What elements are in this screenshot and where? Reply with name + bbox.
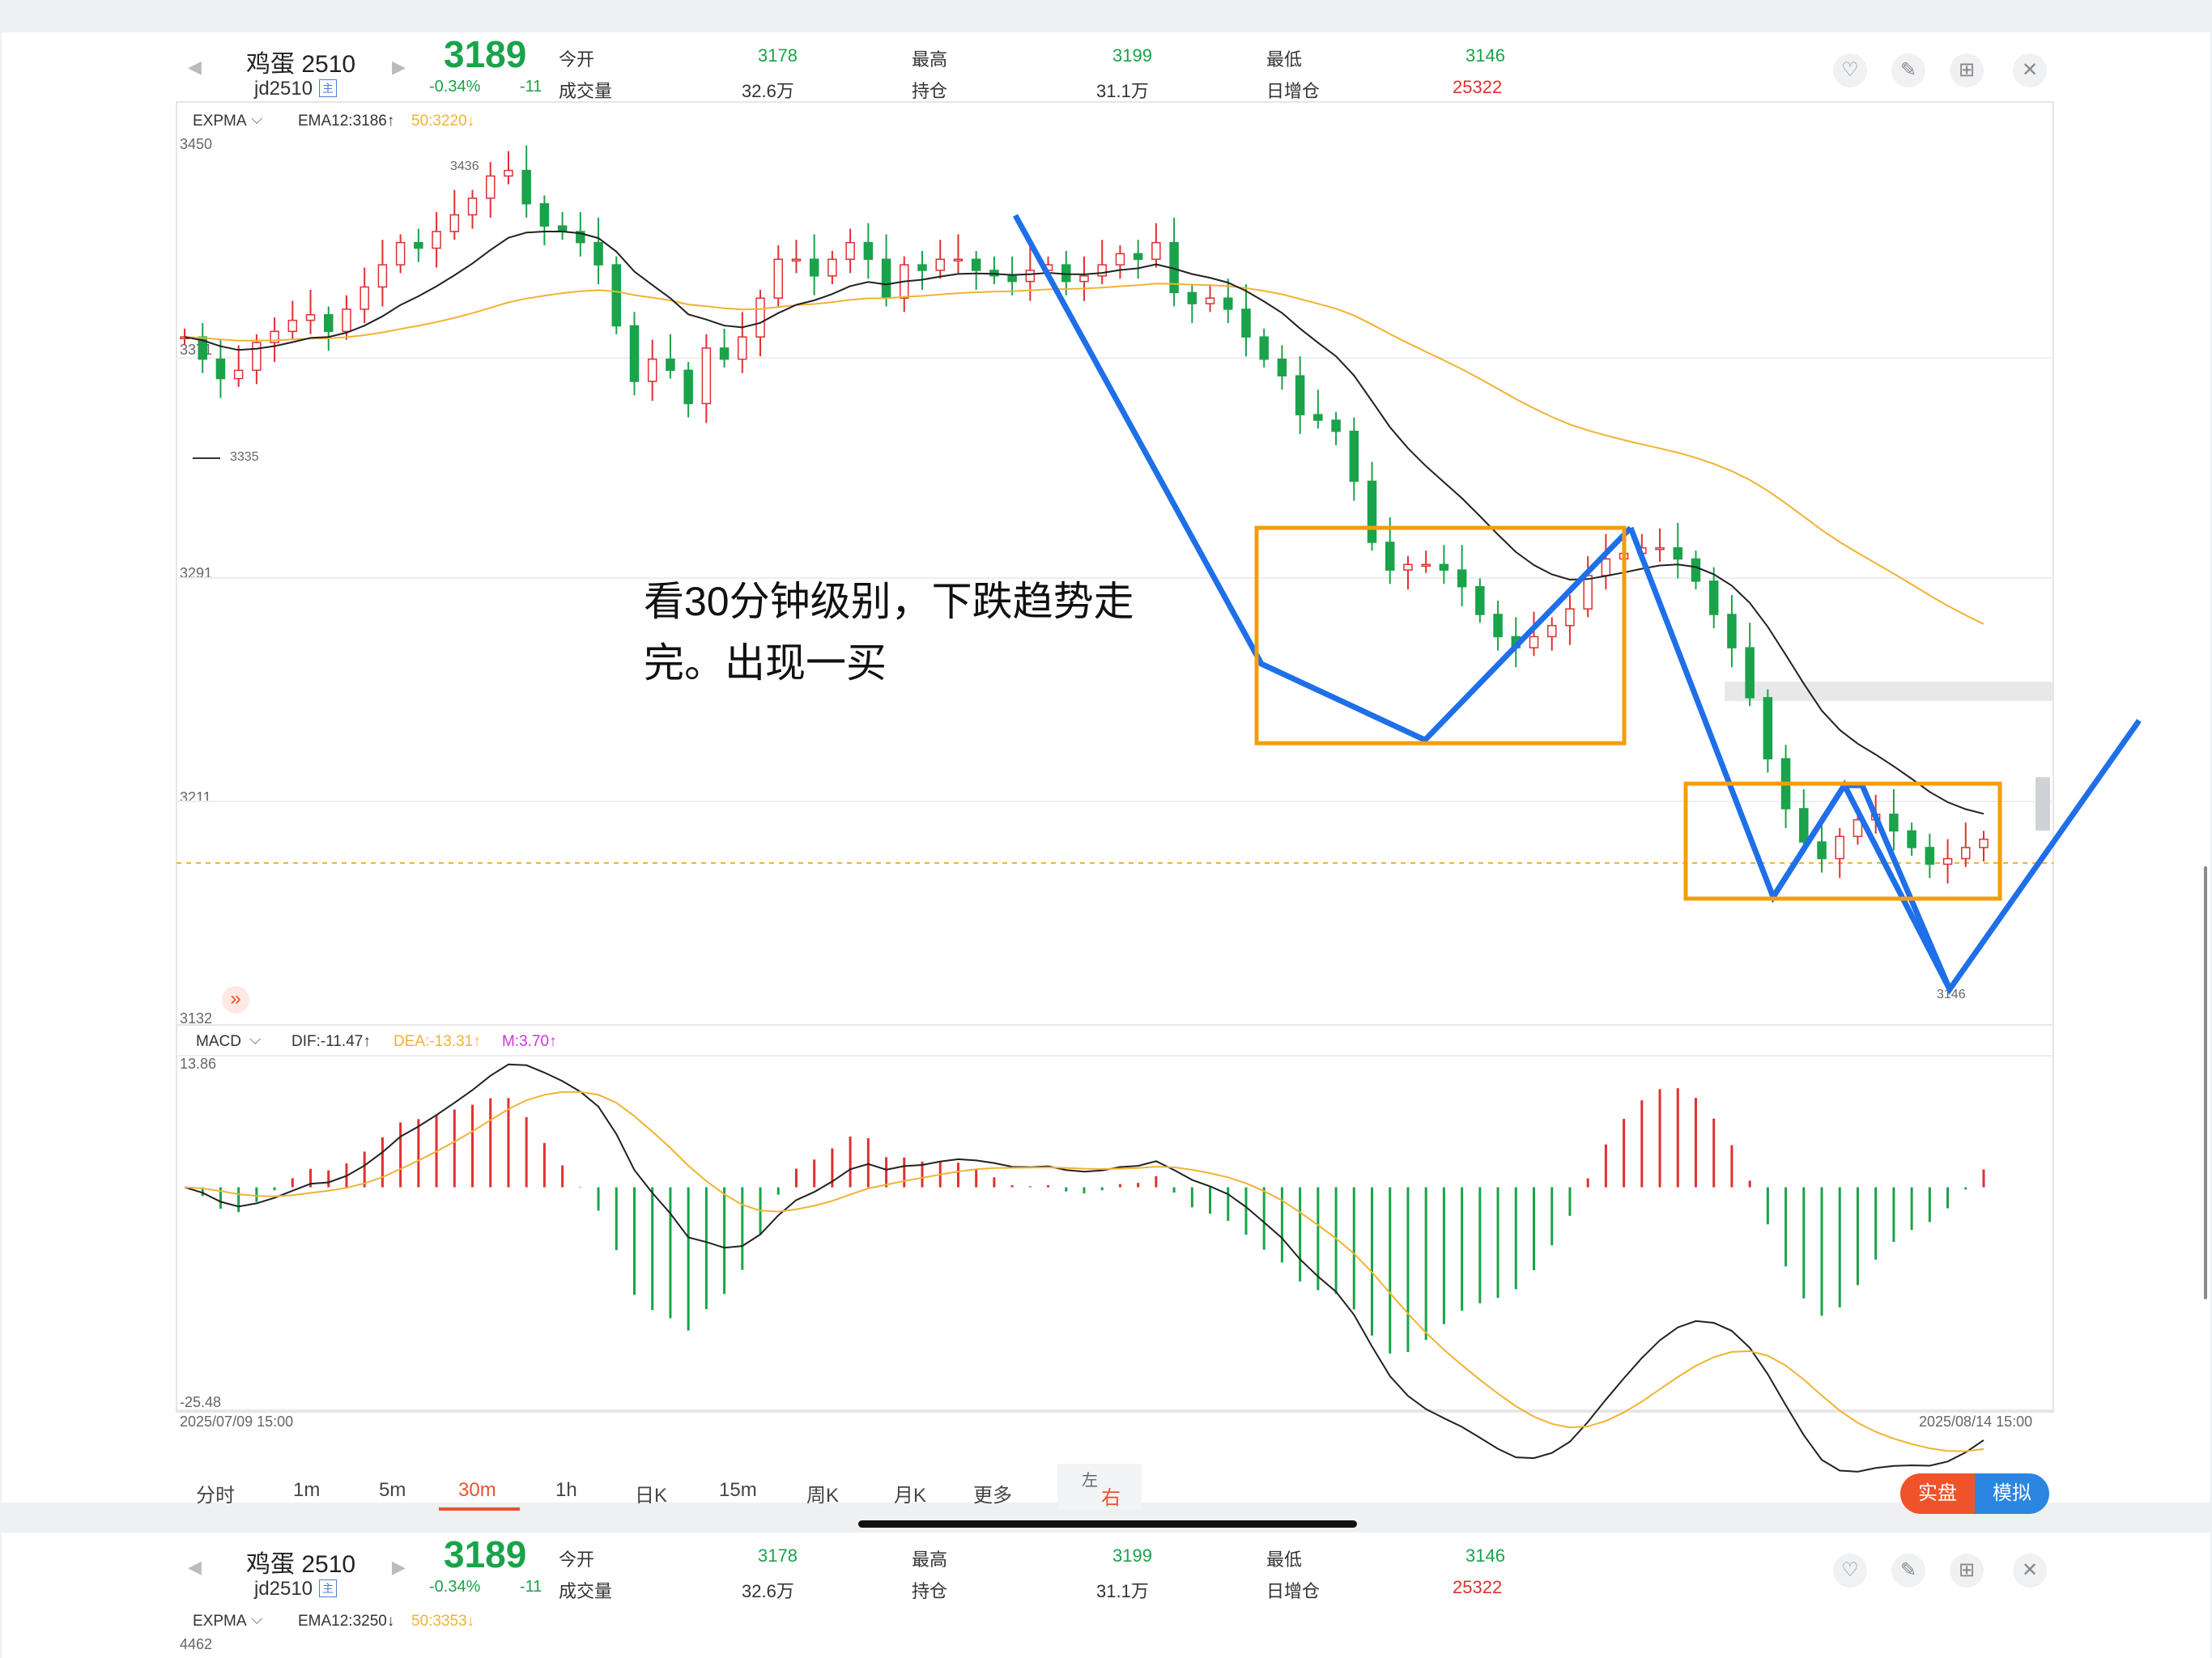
tab-daily[interactable]: 日K bbox=[635, 1479, 667, 1507]
side-toggle-left[interactable]: 左 bbox=[1082, 1467, 1098, 1490]
low-annotation-right: 3146 bbox=[1937, 988, 1966, 1001]
volume-value: 32.6万 bbox=[742, 81, 794, 101]
side-toggle[interactable]: 左 右 bbox=[1057, 1464, 1142, 1509]
scrollbar[interactable] bbox=[2204, 866, 2207, 1299]
price-axis-l3: 3211 bbox=[180, 789, 211, 806]
real-trade-button[interactable]: 实盘 bbox=[1900, 1473, 1975, 1514]
last-price: 3189 bbox=[444, 33, 527, 75]
tab-30m[interactable]: 30m bbox=[458, 1479, 496, 1502]
main-indicator-select[interactable]: EXPMA bbox=[193, 1613, 247, 1630]
simulated-trade-button[interactable]: 模拟 bbox=[1975, 1473, 2049, 1514]
oi-change-value: 25322 bbox=[1453, 1577, 1503, 1597]
time-axis-end: 2025/08/14 15:00 bbox=[1919, 1414, 2033, 1430]
low-value: 3146 bbox=[1465, 45, 1505, 66]
open-interest-label: 持仓 bbox=[912, 1581, 948, 1601]
low-label: 最低 bbox=[1266, 49, 1303, 70]
high-value: 3199 bbox=[1112, 1545, 1152, 1566]
contract-name: 鸡蛋 2510 bbox=[246, 51, 356, 78]
tab-intraday[interactable]: 分时 bbox=[196, 1479, 235, 1507]
prev-contract-icon[interactable]: ◀ bbox=[188, 57, 202, 78]
open-value: 3178 bbox=[758, 1545, 798, 1566]
change-value: -11 bbox=[520, 1578, 542, 1596]
analysis-note-line2: 完。出现一买 bbox=[644, 640, 887, 686]
tab-weekly[interactable]: 周K bbox=[806, 1479, 839, 1507]
chevron-down-icon[interactable]: ⌵ bbox=[251, 1611, 262, 1629]
grid-icon[interactable]: ⊞ bbox=[1950, 1554, 1984, 1588]
ema50-readout: 50:3220↓ bbox=[411, 113, 475, 130]
macd-indicator-select[interactable]: MACD bbox=[196, 1033, 241, 1051]
price-axis-l2: 3291 bbox=[180, 565, 213, 581]
close-icon[interactable]: ✕ bbox=[2013, 1554, 2047, 1588]
low-annotation-left: 3335 bbox=[230, 450, 259, 464]
open-label: 今开 bbox=[559, 49, 595, 70]
chevron-down-icon[interactable]: ⌵ bbox=[249, 1031, 261, 1049]
dea-readout: DEA:-13.31↑ bbox=[393, 1033, 481, 1050]
ema12-readout: EMA12:3250↓ bbox=[298, 1613, 395, 1630]
analysis-note: 看30分钟级别，下跌趋势走 完。出现一买 bbox=[644, 571, 1134, 694]
last-price: 3189 bbox=[444, 1533, 527, 1575]
contract-code: jd2510 bbox=[254, 1578, 313, 1600]
main-contract-badge: 主 bbox=[319, 1579, 337, 1597]
low-label: 最低 bbox=[1266, 1550, 1303, 1570]
contract-name: 鸡蛋 2510 bbox=[246, 1551, 356, 1578]
macd-axis-bottom: -25.48 bbox=[180, 1394, 222, 1410]
open-value: 3178 bbox=[758, 45, 798, 66]
change-value: -11 bbox=[520, 78, 542, 96]
ema50-readout: 50:3353↓ bbox=[411, 1613, 475, 1630]
tab-5m[interactable]: 5m bbox=[379, 1479, 406, 1502]
macd-axis-top: 13.86 bbox=[180, 1056, 217, 1072]
volume-value: 32.6万 bbox=[742, 1581, 794, 1601]
edit-icon[interactable]: ✎ bbox=[1891, 1554, 1925, 1588]
tab-monthly[interactable]: 月K bbox=[894, 1479, 926, 1507]
close-icon[interactable]: ✕ bbox=[2013, 53, 2047, 87]
chevron-down-icon[interactable]: ⌵ bbox=[251, 111, 262, 129]
change-percent: -0.34% bbox=[429, 78, 481, 96]
side-toggle-right[interactable]: 右 bbox=[1101, 1482, 1121, 1510]
high-annotation: 3436 bbox=[450, 159, 479, 173]
open-label: 今开 bbox=[559, 1550, 595, 1570]
high-label: 最高 bbox=[912, 1550, 948, 1570]
open-interest-label: 持仓 bbox=[912, 81, 948, 101]
contract-code: jd2510 bbox=[254, 78, 313, 100]
oi-change-value: 25322 bbox=[1453, 77, 1503, 97]
main-indicator-select[interactable]: EXPMA bbox=[193, 113, 247, 130]
volume-label: 成交量 bbox=[559, 81, 613, 101]
m-readout: M:3.70↑ bbox=[502, 1033, 557, 1050]
prev-contract-icon[interactable]: ◀ bbox=[188, 1557, 202, 1578]
edit-icon[interactable]: ✎ bbox=[1891, 53, 1925, 87]
volume-label: 成交量 bbox=[559, 1581, 613, 1601]
analysis-note-line1: 看30分钟级别，下跌趋势走 bbox=[644, 579, 1134, 624]
tab-1h[interactable]: 1h bbox=[555, 1479, 577, 1502]
open-interest-value: 31.1万 bbox=[1096, 1581, 1149, 1601]
next-contract-icon[interactable]: ▶ bbox=[392, 57, 406, 78]
expand-icon[interactable]: » bbox=[222, 986, 249, 1014]
price-axis-top: 3450 bbox=[180, 136, 213, 152]
favorite-icon[interactable]: ♡ bbox=[1833, 1554, 1867, 1588]
grid-icon[interactable]: ⊞ bbox=[1950, 53, 1984, 87]
chart-panel: ◀ 鸡蛋 2510 ▶ jd2510 主 3189 -0.34% -11 今开 … bbox=[2, 32, 2210, 1528]
oi-change-label: 日增仓 bbox=[1266, 1581, 1321, 1601]
tab-more[interactable]: 更多 bbox=[973, 1479, 1012, 1507]
high-label: 最高 bbox=[912, 49, 948, 70]
dif-readout: DIF:-11.47↑ bbox=[291, 1033, 371, 1050]
price-axis-l1: 3371 bbox=[180, 342, 213, 358]
tab-1m[interactable]: 1m bbox=[293, 1479, 320, 1502]
open-interest-value: 31.1万 bbox=[1096, 81, 1149, 101]
time-axis-start: 2025/07/09 15:00 bbox=[180, 1414, 294, 1430]
price-axis-top: 4462 bbox=[180, 1636, 213, 1652]
active-tab-underline bbox=[439, 1507, 520, 1511]
ema12-readout: EMA12:3186↑ bbox=[298, 113, 395, 130]
next-contract-icon[interactable]: ▶ bbox=[392, 1557, 406, 1578]
home-indicator bbox=[858, 1520, 1357, 1528]
tab-15m[interactable]: 15m bbox=[719, 1479, 757, 1502]
oi-change-label: 日增仓 bbox=[1266, 81, 1321, 101]
main-contract-badge: 主 bbox=[319, 79, 337, 97]
high-value: 3199 bbox=[1112, 45, 1152, 66]
low-value: 3146 bbox=[1465, 1545, 1505, 1566]
favorite-icon[interactable]: ♡ bbox=[1833, 53, 1867, 87]
price-axis-bottom: 3132 bbox=[180, 1010, 213, 1027]
change-percent: -0.34% bbox=[429, 1578, 481, 1596]
second-chart-panel: ◀ 鸡蛋 2510 ▶ jd2510 主 3189 -0.34% -11 今开 … bbox=[2, 1533, 2210, 1658]
